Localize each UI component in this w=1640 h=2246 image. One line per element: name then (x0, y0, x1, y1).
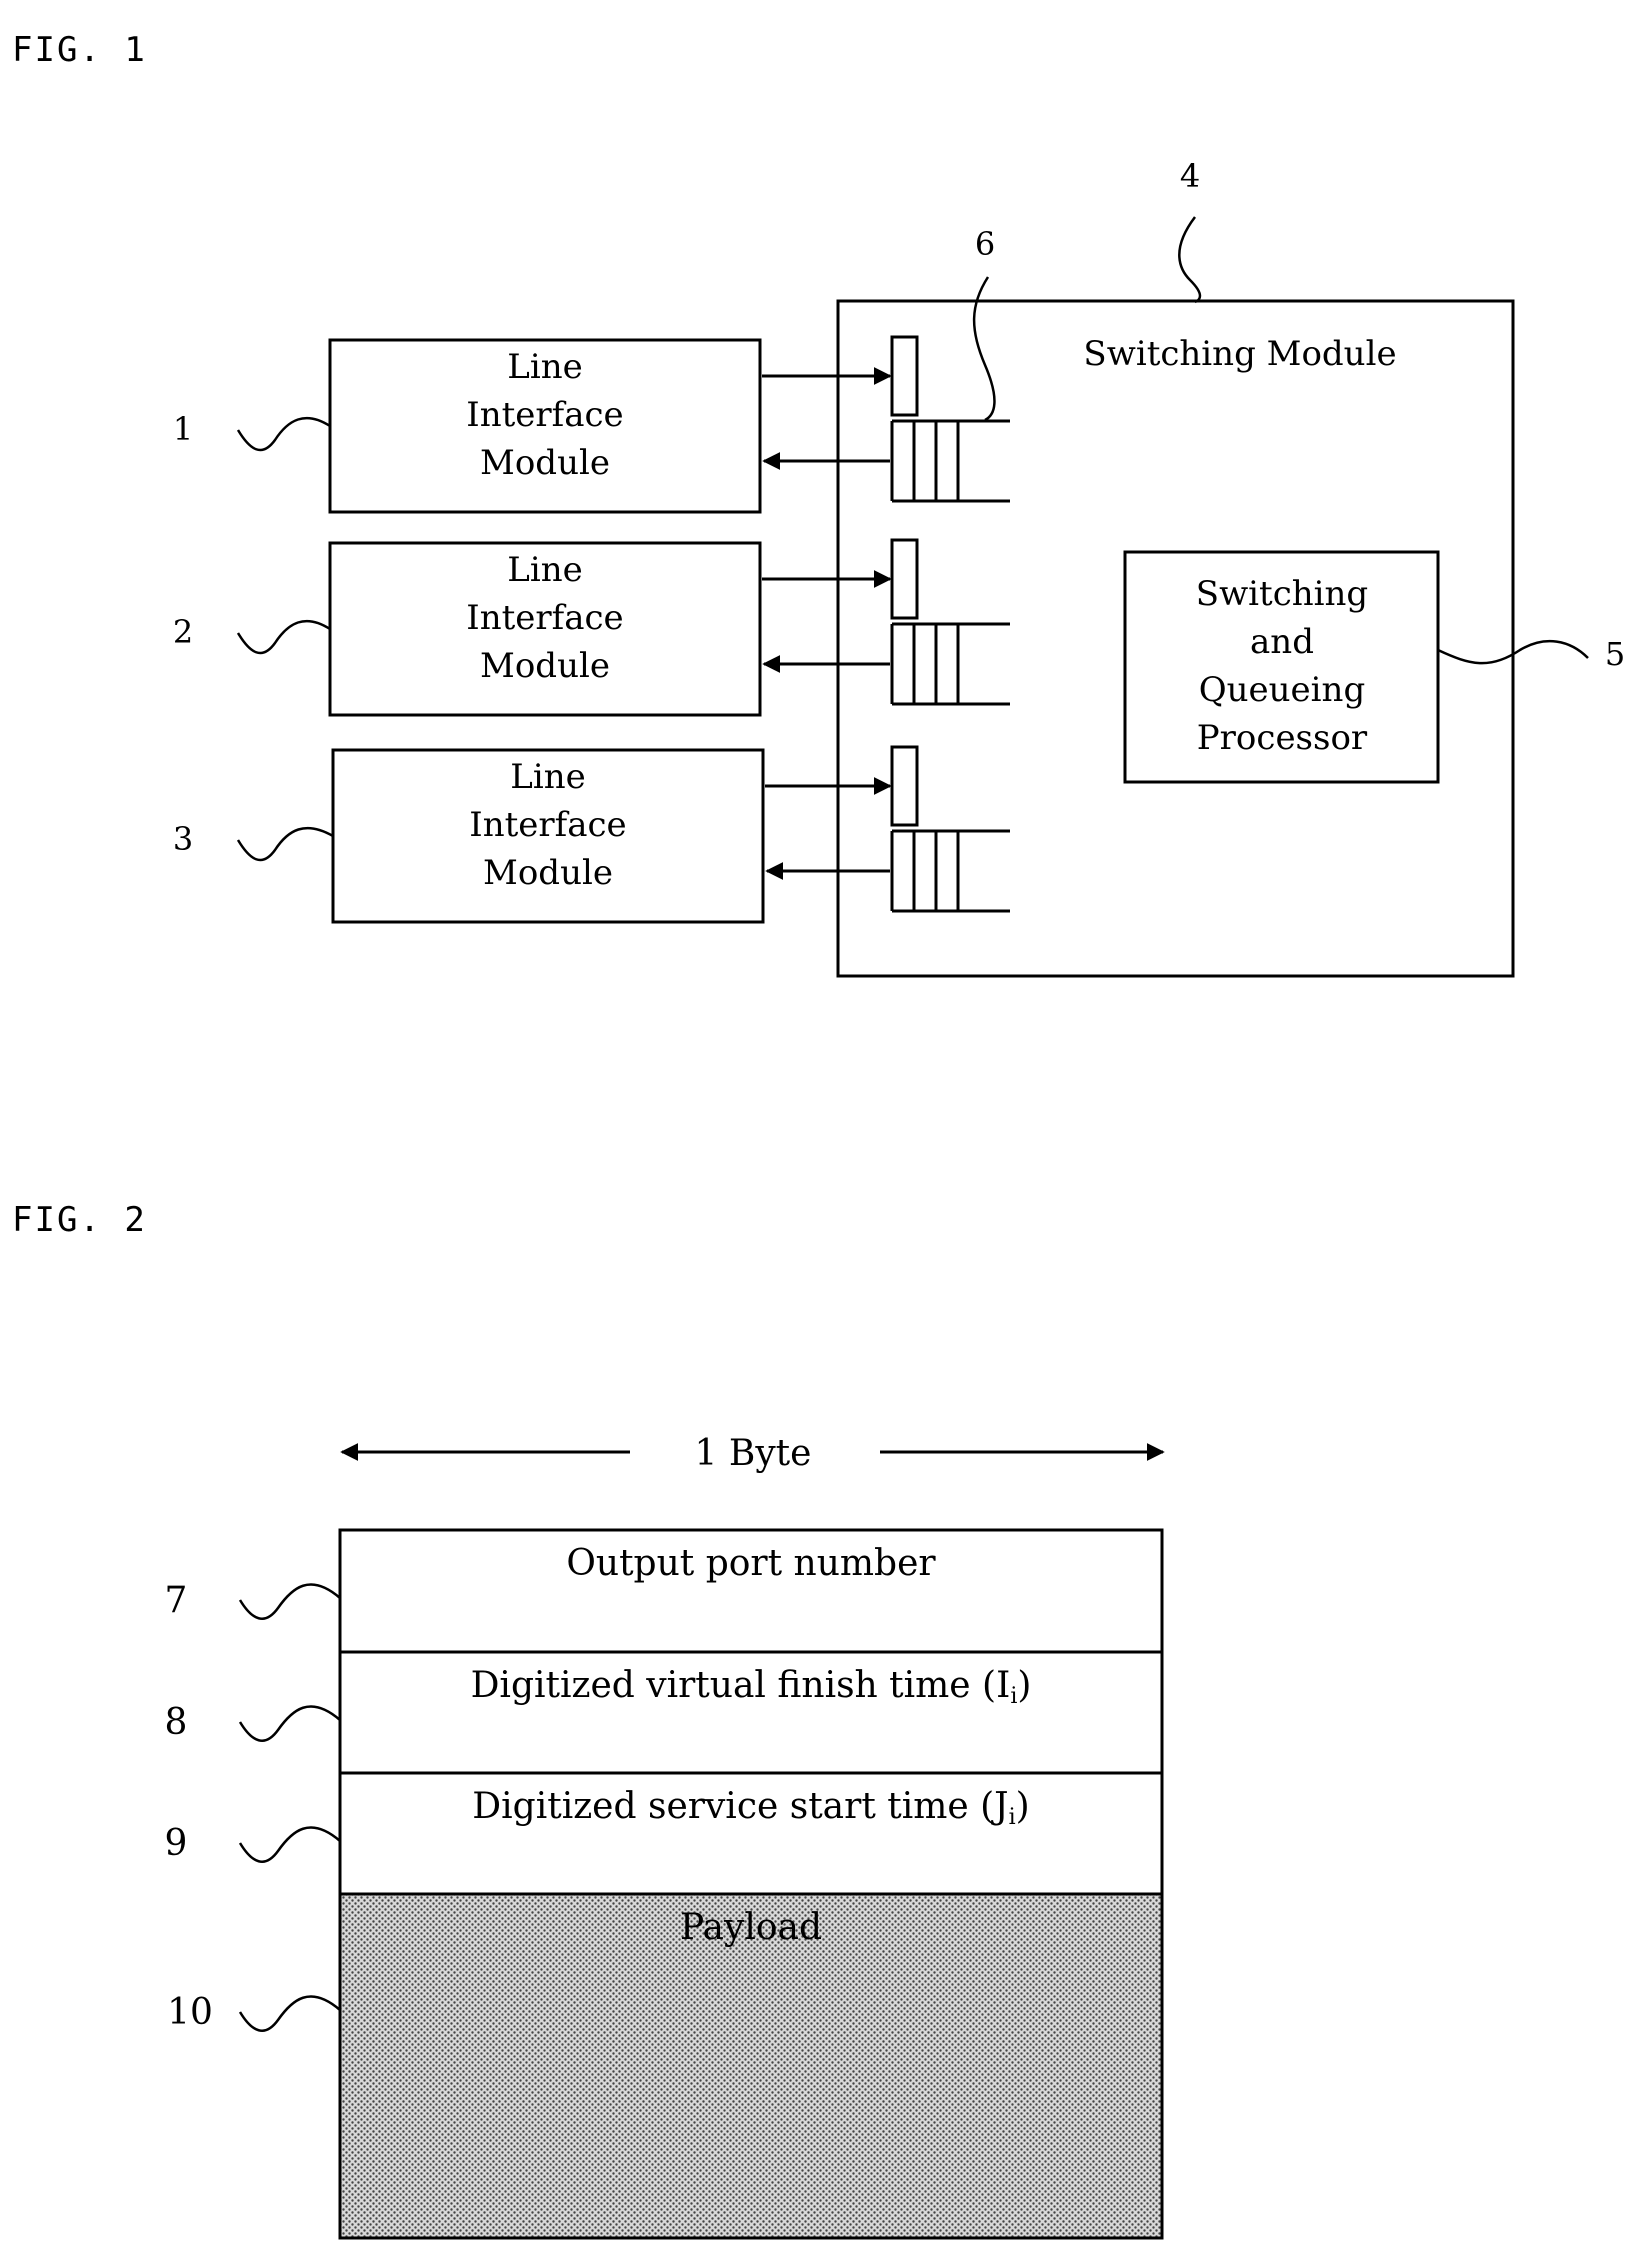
lim-label-line: Line (507, 347, 582, 387)
ref-label-9: 9 (165, 1823, 188, 1864)
processor-label-line3: Queueing (1199, 670, 1365, 710)
switching-module: Switching Module (836, 299, 1515, 978)
input-buffer (890, 745, 919, 827)
ref-label-5: 5 (1605, 635, 1625, 673)
line-interface-module-2: Line Interface Module 2 (173, 538, 1010, 717)
field-label: Output port number (566, 1543, 936, 1584)
leader-line-10 (238, 1995, 341, 2032)
byte-width-label: 1 Byte (695, 1433, 812, 1474)
ref-label-1: 1 (173, 410, 193, 448)
field-label: Payload (680, 1907, 822, 1948)
ref-label-4: 4 (1180, 157, 1200, 195)
leader-line-9 (238, 1826, 341, 1863)
ref-label-10: 10 (167, 1992, 213, 2033)
packet-field-10: Payload 10 (167, 1892, 1164, 2240)
ref-label-8: 8 (165, 1702, 188, 1743)
line-interface-module-1: Line Interface Module 1 (173, 335, 1010, 514)
line-interface-module-3: Line Interface Module 3 (173, 745, 1010, 924)
ref-label-6: 6 (975, 225, 995, 263)
lim-label-line: Interface (466, 598, 623, 638)
output-queue (890, 419, 1010, 503)
input-buffer (890, 335, 919, 417)
ref-label-7: 7 (165, 1580, 188, 1621)
packet-field-8: Digitized virtual finish time (Ii) 8 (165, 1650, 1164, 1775)
output-queue (890, 622, 1010, 706)
switching-module-label: Switching Module (1083, 334, 1396, 374)
lim-label-line: Line (507, 550, 582, 590)
field-label: Digitized service start time (Ji) (472, 1786, 1029, 1830)
processor-label-line1: Switching (1196, 574, 1368, 614)
leader-line-2 (236, 619, 331, 655)
lim-label-line: Module (483, 853, 613, 893)
packet-field-9: Digitized service start time (Ji) 9 (165, 1771, 1164, 1896)
processor-label-line2: and (1250, 622, 1314, 662)
line-interface-modules: Line Interface Module 1 Line Interface Module 2… (173, 335, 1010, 924)
switching-queueing-processor: Switching and Queueing Processor (1123, 550, 1440, 784)
lim-label-line: Line (510, 757, 585, 797)
ref-label-3: 3 (173, 820, 193, 858)
leader-line-7 (238, 1583, 341, 1620)
byte-width-indicator: 1 Byte (340, 1433, 1165, 1474)
ref-label-2: 2 (173, 613, 193, 651)
input-buffer (890, 538, 919, 620)
processor-label-line4: Processor (1197, 718, 1368, 758)
field-label: Digitized virtual finish time (Ii) (471, 1665, 1032, 1709)
leader-line-8 (238, 1705, 341, 1742)
leader-line-1 (236, 416, 331, 452)
leader-line-6 (972, 276, 996, 422)
output-queue (890, 829, 1010, 913)
lim-label-line: Module (480, 443, 610, 483)
lim-label-line: Interface (469, 805, 626, 845)
packet-field-7: Output port number 7 (165, 1528, 1164, 1654)
packet-format: Output port number 7 Digitized virtual fin… (165, 1528, 1164, 2240)
patent-figures: Switching Module 4 6 Switching and Queue… (165, 157, 1625, 2240)
leader-line-4 (1178, 216, 1202, 304)
leader-line-3 (236, 826, 334, 862)
lim-label-line: Module (480, 646, 610, 686)
lim-label-line: Interface (466, 395, 623, 435)
